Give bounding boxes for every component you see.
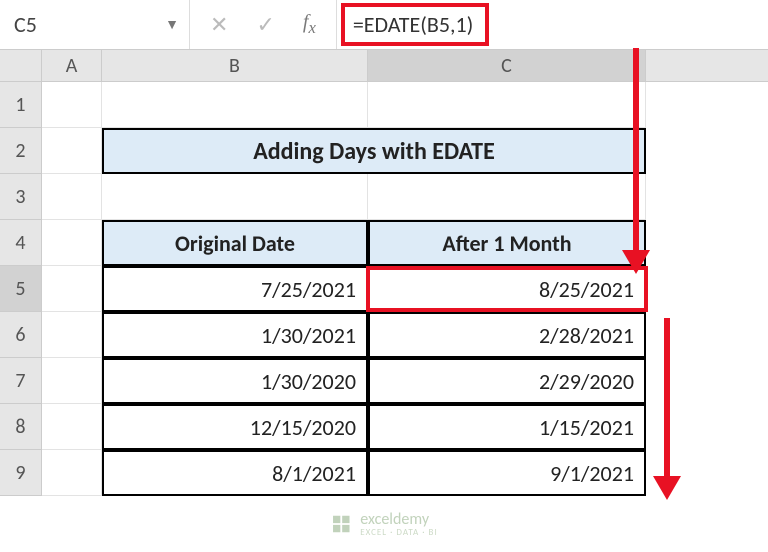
cell-A7[interactable] <box>42 358 102 404</box>
cell-B6[interactable]: 1/30/2021 <box>102 312 368 358</box>
row-1: 1 <box>0 82 768 128</box>
column-headers: A B C <box>0 50 768 82</box>
cell-C1[interactable] <box>368 82 646 128</box>
cell-B5[interactable]: 7/25/2021 <box>102 266 368 312</box>
row-header-9[interactable]: 9 <box>0 450 42 496</box>
confirm-icon[interactable]: ✓ <box>256 11 274 38</box>
formula-input[interactable]: =EDATE(B5,1) <box>337 0 768 49</box>
row-header-7[interactable]: 7 <box>0 358 42 404</box>
row-3: 3 <box>0 174 768 220</box>
cell-C3[interactable] <box>368 174 646 220</box>
cell-A6[interactable] <box>42 312 102 358</box>
cell-A9[interactable] <box>42 450 102 496</box>
row-header-5[interactable]: 5 <box>0 266 42 312</box>
cell-A3[interactable] <box>42 174 102 220</box>
header-after[interactable]: After 1 Month <box>368 220 646 266</box>
cancel-icon[interactable]: ✕ <box>210 11 228 38</box>
row-2: 2 Adding Days with EDATE <box>0 128 768 174</box>
cell-C6[interactable]: 2/28/2021 <box>368 312 646 358</box>
formula-text: =EDATE(B5,1) <box>341 3 489 46</box>
watermark-tagline: EXCEL · DATA · BI <box>360 527 437 538</box>
formula-bar: C5 ▼ ✕ ✓ fx =EDATE(B5,1) <box>0 0 768 50</box>
cell-B8[interactable]: 12/15/2020 <box>102 404 368 450</box>
formula-controls: ✕ ✓ fx <box>190 0 337 49</box>
name-box-dropdown-icon[interactable]: ▼ <box>165 16 179 33</box>
watermark: exceldemy EXCEL · DATA · BI <box>330 510 437 538</box>
watermark-text: exceldemy EXCEL · DATA · BI <box>360 510 437 538</box>
col-header-A[interactable]: A <box>42 50 102 81</box>
arrow-formula-to-cell-head <box>622 250 650 274</box>
cell-C8[interactable]: 1/15/2021 <box>368 404 646 450</box>
fx-icon[interactable]: fx <box>303 11 316 38</box>
row-7: 7 1/30/2020 2/29/2020 <box>0 358 768 404</box>
row-header-1[interactable]: 1 <box>0 82 42 128</box>
cell-C9[interactable]: 9/1/2021 <box>368 450 646 496</box>
watermark-logo-icon <box>330 513 352 535</box>
arrow-fill-down-line <box>664 318 670 480</box>
col-header-C[interactable]: C <box>368 50 646 81</box>
name-box-value: C5 <box>14 11 37 38</box>
row-header-3[interactable]: 3 <box>0 174 42 220</box>
arrow-formula-to-cell-line <box>633 48 639 254</box>
row-header-8[interactable]: 8 <box>0 404 42 450</box>
cell-B7[interactable]: 1/30/2020 <box>102 358 368 404</box>
cell-C5[interactable]: 8/25/2021 <box>368 266 646 312</box>
cell-A2[interactable] <box>42 128 102 174</box>
cell-A8[interactable] <box>42 404 102 450</box>
cell-A4[interactable] <box>42 220 102 266</box>
row-header-2[interactable]: 2 <box>0 128 42 174</box>
row-5: 5 7/25/2021 8/25/2021 <box>0 266 768 312</box>
arrow-fill-down-head <box>653 476 681 500</box>
cell-A1[interactable] <box>42 82 102 128</box>
row-header-4[interactable]: 4 <box>0 220 42 266</box>
row-6: 6 1/30/2021 2/28/2021 <box>0 312 768 358</box>
header-original[interactable]: Original Date <box>102 220 368 266</box>
row-header-6[interactable]: 6 <box>0 312 42 358</box>
cell-A5[interactable] <box>42 266 102 312</box>
cell-B3[interactable] <box>102 174 368 220</box>
cell-C7[interactable]: 2/29/2020 <box>368 358 646 404</box>
cell-B9[interactable]: 8/1/2021 <box>102 450 368 496</box>
cell-B1[interactable] <box>102 82 368 128</box>
name-box[interactable]: C5 ▼ <box>0 0 190 49</box>
grid-body: 1 2 Adding Days with EDATE 3 4 Original … <box>0 82 768 496</box>
row-4: 4 Original Date After 1 Month <box>0 220 768 266</box>
col-header-B[interactable]: B <box>102 50 368 81</box>
select-all-corner[interactable] <box>0 50 42 81</box>
row-8: 8 12/15/2020 1/15/2021 <box>0 404 768 450</box>
title-cell[interactable]: Adding Days with EDATE <box>102 128 646 174</box>
